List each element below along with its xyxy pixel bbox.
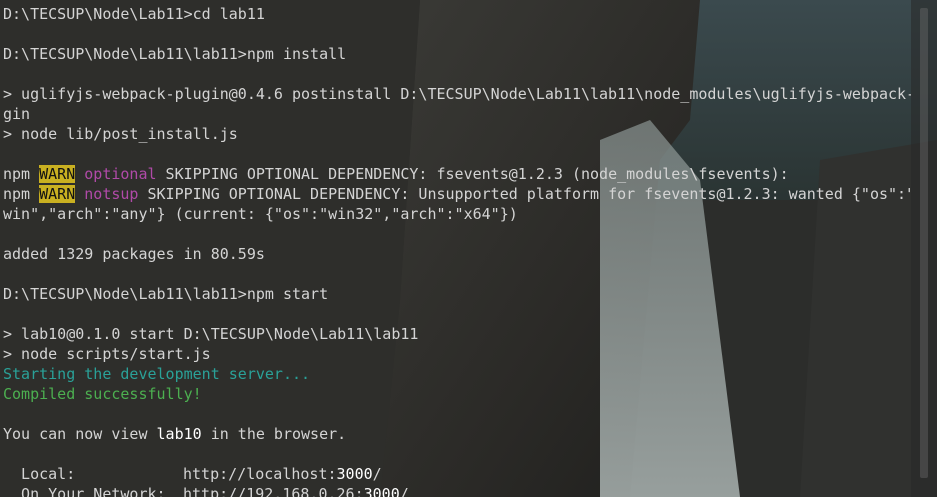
warn-message: SKIPPING OPTIONAL DEPENDENCY: fsevents@1… <box>156 165 789 183</box>
npm-prefix: npm <box>3 165 40 183</box>
npm-warn-line: npm WARN notsup SKIPPING OPTIONAL DEPEND… <box>3 184 911 204</box>
vertical-scrollbar[interactable] <box>911 0 937 497</box>
scrollbar-thumb[interactable] <box>920 8 928 478</box>
terminal-line: added 1329 packages in 80.59s <box>3 245 265 263</box>
npm-warn-line: npm WARN optional SKIPPING OPTIONAL DEPE… <box>3 164 789 184</box>
view-message-post: in the browser. <box>201 425 347 443</box>
status-starting: Starting the development server... <box>3 365 311 383</box>
local-url-line: Local: http://localhost:3000/ <box>3 464 382 484</box>
terminal-line: win","arch":"any"} (current: {"os":"win3… <box>3 205 518 223</box>
view-message-pre: You can now view <box>3 425 157 443</box>
npm-prefix: npm <box>3 185 40 203</box>
network-url-line: On Your Network: http://192.168.0.26:3000… <box>3 484 409 497</box>
terminal-line: gin <box>3 105 31 123</box>
warn-badge: WARN <box>39 185 76 203</box>
terminal-line: D:\TECSUP\Node\Lab11>cd lab11 <box>3 5 265 23</box>
warn-tag: notsup <box>75 185 139 203</box>
terminal-line: D:\TECSUP\Node\Lab11\lab11>npm install <box>3 45 347 63</box>
terminal-line: D:\TECSUP\Node\Lab11\lab11>npm start <box>3 285 329 303</box>
network-url[interactable]: http://192.168.0.26:3000/ <box>183 485 409 497</box>
terminal-line: > node scripts/start.js <box>3 345 211 363</box>
status-compiled: Compiled successfully! <box>3 385 202 403</box>
terminal-output: D:\TECSUP\Node\Lab11>cd lab11 D:\TECSUP\… <box>0 0 911 497</box>
local-url[interactable]: http://localhost:3000/ <box>183 465 382 483</box>
warn-badge: WARN <box>39 165 76 183</box>
warn-tag: optional <box>75 165 157 183</box>
terminal-line: > uglifyjs-webpack-plugin@0.4.6 postinst… <box>3 85 911 103</box>
warn-message: SKIPPING OPTIONAL DEPENDENCY: Unsupporte… <box>138 185 911 203</box>
terminal-line: > node lib/post_install.js <box>3 125 238 143</box>
view-message: You can now view lab10 in the browser. <box>3 424 346 444</box>
network-label: On Your Network: <box>3 485 166 497</box>
terminal-line: > lab10@0.1.0 start D:\TECSUP\Node\Lab11… <box>3 325 419 343</box>
app-name: lab10 <box>156 425 202 443</box>
local-label: Local: <box>3 465 76 483</box>
